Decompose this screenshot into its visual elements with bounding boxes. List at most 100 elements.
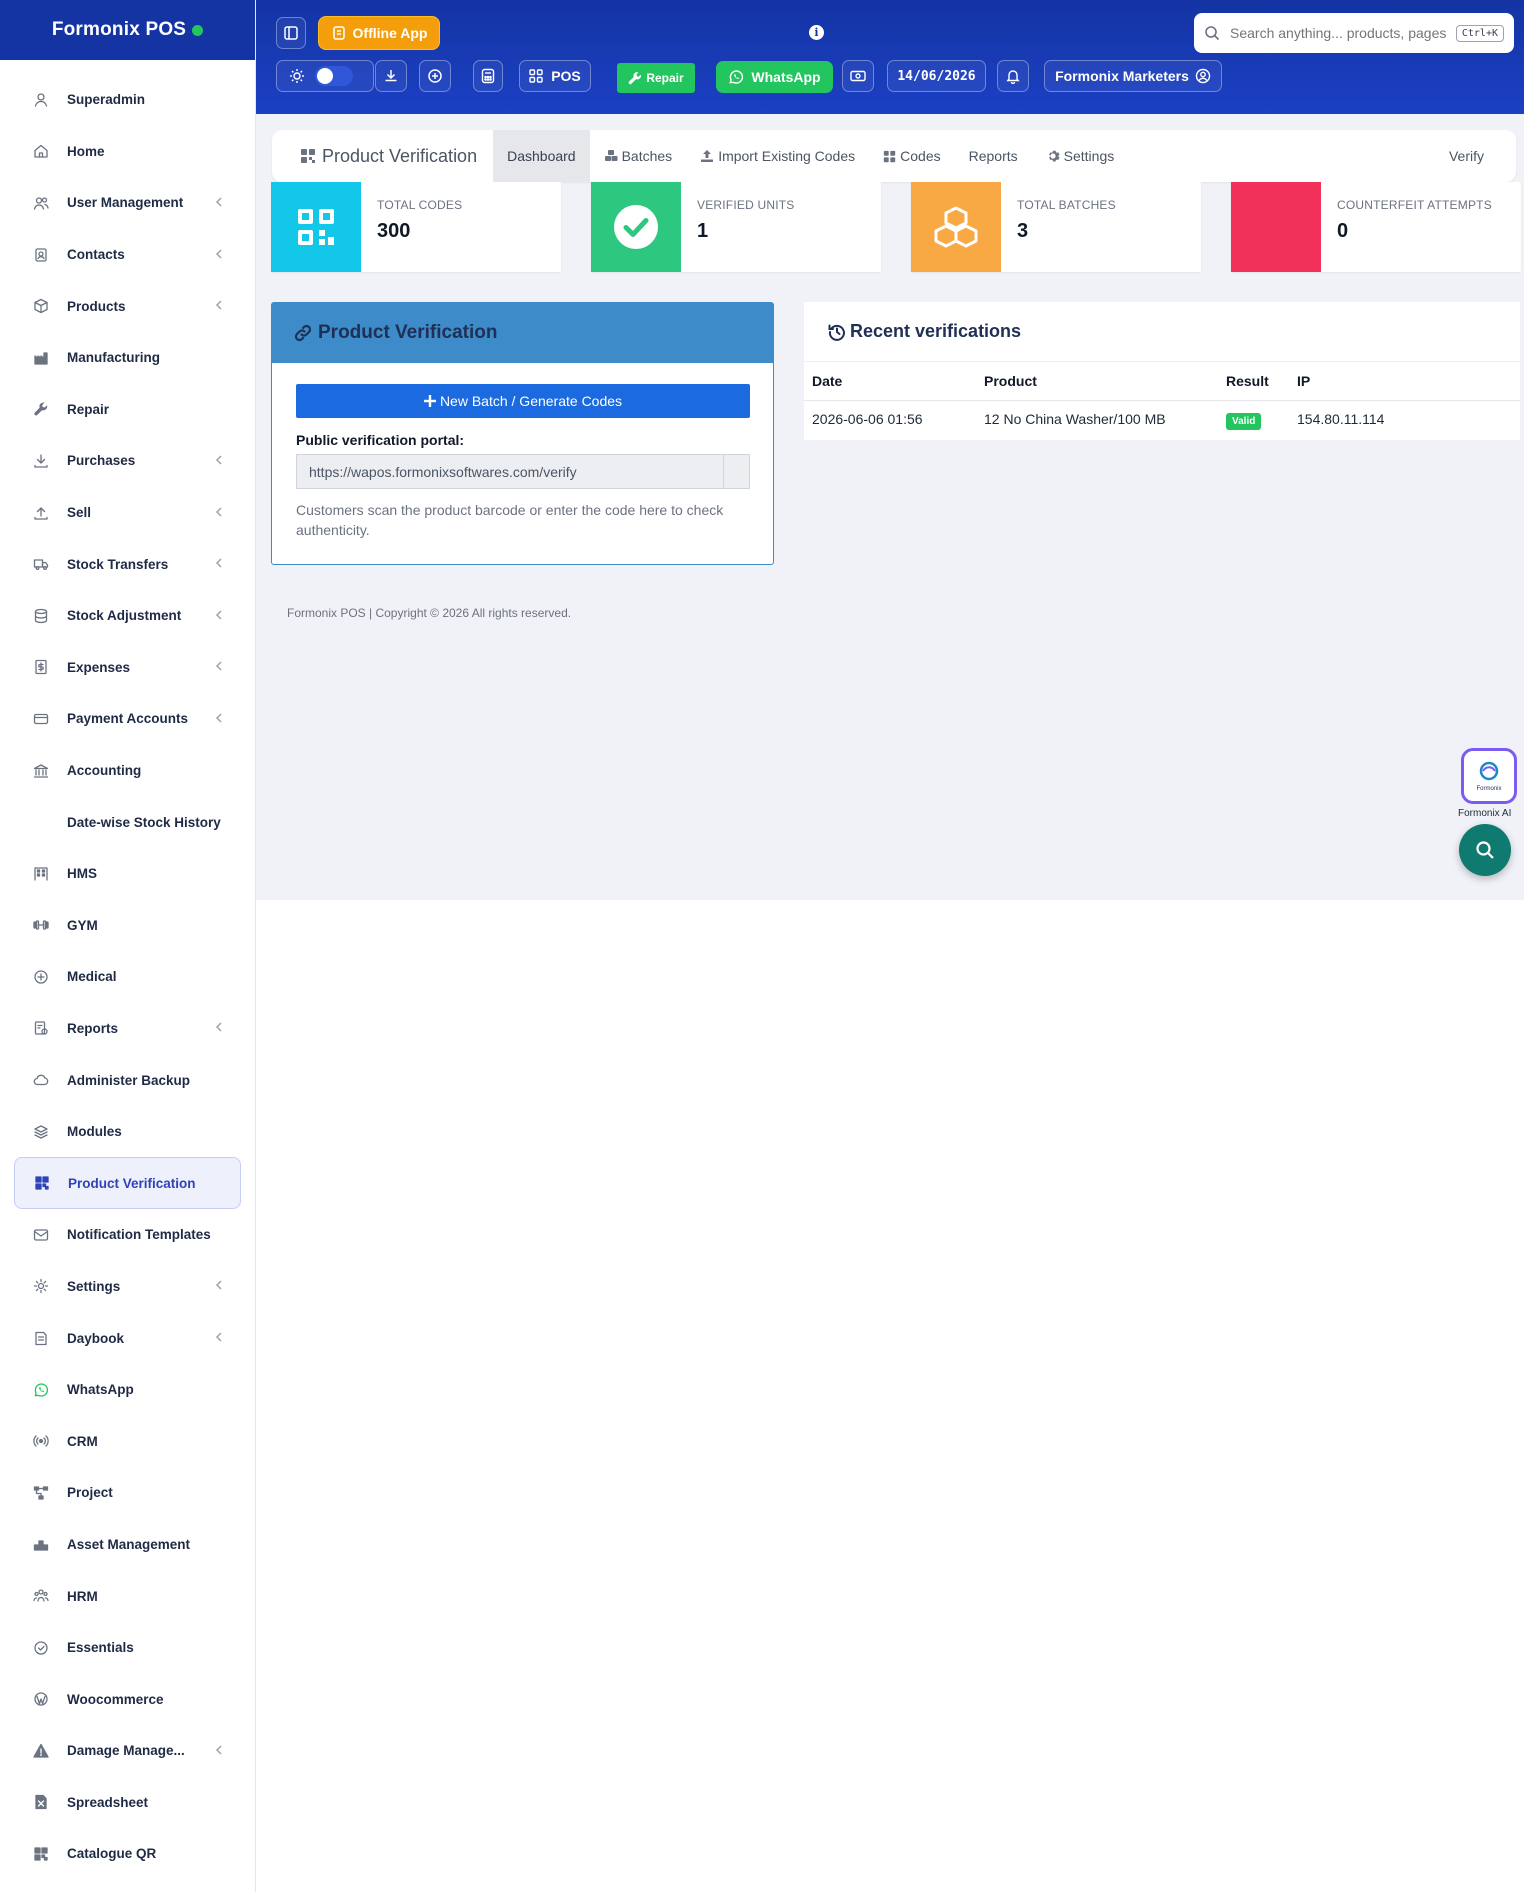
chevron-left-icon[interactable]: [215, 299, 223, 313]
sidebar-item-essentials[interactable]: Essentials: [0, 1622, 255, 1674]
sidebar-item-home[interactable]: Home: [0, 126, 255, 178]
money-icon: [850, 70, 866, 82]
repair-label: Repair: [646, 71, 684, 85]
sidebar-item-crm[interactable]: CRM: [0, 1415, 255, 1467]
tab-verify[interactable]: Verify: [1435, 130, 1498, 182]
stat-label: TOTAL CODES: [377, 198, 463, 212]
sidebar-item-asset-management[interactable]: Asset Management: [0, 1519, 255, 1571]
chevron-left-icon[interactable]: [215, 1021, 223, 1035]
chevron-left-icon[interactable]: [215, 454, 223, 468]
calculator-button[interactable]: [473, 60, 503, 92]
tab-label: Reports: [968, 148, 1018, 164]
chevron-left-icon[interactable]: [215, 506, 223, 520]
sidebar-item-label: Manufacturing: [67, 350, 160, 366]
sidebar-item-spreadsheet[interactable]: Spreadsheet: [0, 1777, 255, 1829]
copy-addon-button[interactable]: [723, 455, 749, 488]
sidebar-item-payment-accounts[interactable]: Payment Accounts: [0, 693, 255, 745]
chevron-left-icon[interactable]: [215, 1331, 223, 1345]
sidebar-item-superadmin[interactable]: Superadmin: [0, 74, 255, 126]
sidebar-item-manufacturing[interactable]: Manufacturing: [0, 332, 255, 384]
new-batch-button[interactable]: New Batch / Generate Codes: [296, 384, 750, 418]
qr-icon: [298, 209, 334, 245]
sidebar-toggle-button[interactable]: [276, 17, 306, 49]
tab-batches[interactable]: Batches: [590, 130, 687, 182]
tab-import[interactable]: Import Existing Codes: [686, 130, 869, 182]
tab-reports[interactable]: Reports: [955, 130, 1032, 182]
sidebar-item-damage-manage[interactable]: Damage Manage...: [0, 1725, 255, 1777]
stat-icon-box: [271, 182, 361, 272]
sidebar-item-project[interactable]: Project: [0, 1467, 255, 1519]
floating-search-button[interactable]: [1459, 824, 1511, 876]
table-row[interactable]: 2026-06-06 01:56 12 No China Washer/100 …: [804, 400, 1520, 438]
download-button[interactable]: [375, 60, 407, 92]
sidebar-item-catalogue-qr[interactable]: Catalogue QR: [0, 1828, 255, 1880]
sidebar-item-label: Stock Transfers: [67, 556, 169, 572]
truck-icon: [32, 555, 50, 573]
box-icon: [32, 297, 50, 315]
brand-name: Formonix POS: [51, 19, 187, 40]
brand[interactable]: Formonix POS: [0, 0, 255, 60]
sidebar-item-accounting[interactable]: Accounting: [0, 745, 255, 797]
sidebar-item-date-wise-stock-history[interactable]: Date-wise Stock History: [0, 796, 255, 848]
theme-toggle[interactable]: [276, 60, 374, 92]
calculator-icon: [481, 68, 495, 84]
chevron-left-icon[interactable]: [215, 1279, 223, 1293]
sidebar-item-stock-adjustment[interactable]: Stock Adjustment: [0, 590, 255, 642]
search-input[interactable]: [1230, 25, 1456, 41]
cash-register-button[interactable]: [842, 60, 874, 92]
tab-settings[interactable]: Settings: [1032, 130, 1129, 182]
top-header: Offline App i Ctrl+K POS Repair WhatsApp…: [256, 0, 1524, 114]
pos-button[interactable]: POS: [519, 60, 591, 92]
sidebar-item-contacts[interactable]: Contacts: [0, 229, 255, 281]
sidebar-item-label: WhatsApp: [67, 1382, 134, 1398]
sidebar-item-sell[interactable]: Sell: [0, 487, 255, 539]
sidebar-item-medical[interactable]: Medical: [0, 951, 255, 1003]
sidebar-item-expenses[interactable]: Expenses: [0, 642, 255, 694]
sidebar-item-repair[interactable]: Repair: [0, 384, 255, 436]
sidebar-item-whatsapp[interactable]: WhatsApp: [0, 1364, 255, 1416]
whatsapp-button[interactable]: WhatsApp: [716, 61, 833, 93]
chevron-left-icon[interactable]: [215, 609, 223, 623]
sidebar-item-daybook[interactable]: Daybook: [0, 1312, 255, 1364]
formonix-ai-button[interactable]: Formonix: [1461, 748, 1517, 804]
add-button[interactable]: [419, 60, 451, 92]
sidebar-item-hms[interactable]: HMS: [0, 848, 255, 900]
qr-icon: [32, 1845, 50, 1863]
chevron-left-icon[interactable]: [215, 557, 223, 571]
sidebar-item-reports[interactable]: Reports: [0, 1003, 255, 1055]
sidebar-item-woocommerce[interactable]: Woocommerce: [0, 1673, 255, 1725]
theme-switch[interactable]: [315, 66, 353, 86]
stat-icon-box: [1231, 182, 1321, 272]
column-header: Product: [976, 362, 1218, 401]
notifications-button[interactable]: [997, 60, 1029, 92]
sidebar-item-modules[interactable]: Modules: [0, 1106, 255, 1158]
sidebar-item-gym[interactable]: GYM: [0, 900, 255, 952]
chevron-left-icon[interactable]: [215, 660, 223, 674]
chevron-left-icon[interactable]: [215, 712, 223, 726]
chevron-left-icon[interactable]: [215, 196, 223, 210]
sidebar-item-settings[interactable]: Settings: [0, 1261, 255, 1313]
sidebar-item-products[interactable]: Products: [0, 280, 255, 332]
repair-button[interactable]: Repair: [617, 63, 695, 93]
tab-dashboard[interactable]: Dashboard: [493, 130, 590, 182]
sidebar-item-stock-transfers[interactable]: Stock Transfers: [0, 538, 255, 590]
global-search[interactable]: Ctrl+K: [1194, 13, 1514, 53]
sidebar-item-purchases[interactable]: Purchases: [0, 435, 255, 487]
sidebar-item-label: Daybook: [67, 1330, 125, 1346]
mail-icon: [32, 1226, 50, 1244]
info-icon[interactable]: i: [809, 25, 824, 40]
sidebar-item-notification-templates[interactable]: Notification Templates: [0, 1209, 255, 1261]
chevron-left-icon[interactable]: [215, 248, 223, 262]
sidebar-item-product-verification[interactable]: Product Verification: [14, 1157, 241, 1210]
sidebar-item-administer-backup[interactable]: Administer Backup: [0, 1054, 255, 1106]
sidebar-item-hrm[interactable]: HRM: [0, 1570, 255, 1622]
module-title[interactable]: Product Verification: [272, 130, 493, 182]
offline-app-button[interactable]: Offline App: [319, 17, 439, 49]
stat-icon-box: [911, 182, 1001, 272]
business-menu-button[interactable]: Formonix Marketers: [1044, 60, 1222, 92]
tab-codes[interactable]: Codes: [869, 130, 954, 182]
sidebar: Formonix POS Superadmin Home User Manageme…: [0, 0, 256, 1892]
chevron-left-icon[interactable]: [215, 1744, 223, 1758]
portal-url-field[interactable]: https://wapos.formonixsoftwares.com/veri…: [296, 454, 750, 489]
sidebar-item-user-management[interactable]: User Management: [0, 177, 255, 229]
